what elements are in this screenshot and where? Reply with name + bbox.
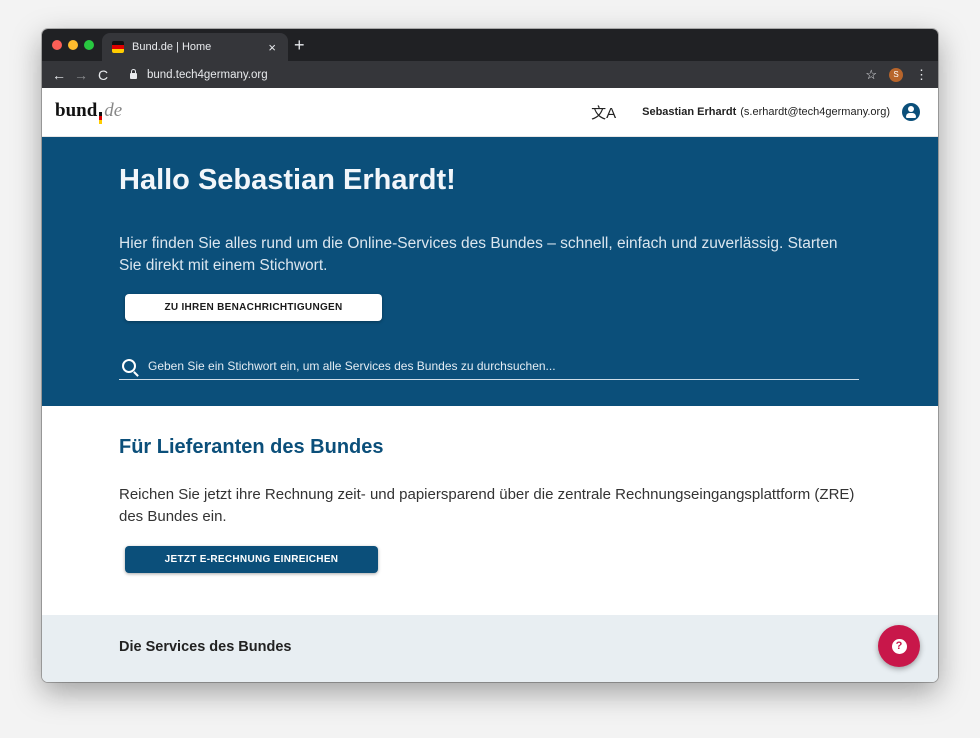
profile-avatar[interactable]: S xyxy=(889,67,903,82)
close-window-button[interactable] xyxy=(52,40,62,50)
search-input[interactable] xyxy=(148,359,859,377)
hero-section: Hallo Sebastian Erhardt! Hier finden Sie… xyxy=(42,137,938,406)
logo-flag-icon xyxy=(99,112,103,124)
lock-icon xyxy=(130,69,137,79)
browser-menu-icon[interactable]: ⋮ xyxy=(915,67,928,83)
suppliers-title: Für Lieferanten des Bundes xyxy=(119,436,384,458)
browser-tab[interactable]: Bund.de | Home × xyxy=(102,33,288,61)
address-bar[interactable]: bund.tech4germany.org xyxy=(130,64,842,85)
tab-strip: Bund.de | Home × + xyxy=(42,29,938,61)
site-header: bund de 文A Sebastian Erhardt (s.erhardt@… xyxy=(42,88,938,137)
help-icon: ? xyxy=(891,638,907,654)
new-tab-button[interactable]: + xyxy=(294,35,305,55)
greeting-title: Hallo Sebastian Erhardt! xyxy=(119,164,456,196)
maximize-window-button[interactable] xyxy=(84,40,94,50)
account-icon[interactable] xyxy=(902,103,920,121)
hero-text: Hier finden Sie alles rund um die Online… xyxy=(119,235,838,274)
translate-icon[interactable]: 文A xyxy=(591,102,616,123)
services-title: Die Services des Bundes xyxy=(119,639,292,655)
logo-text: bund xyxy=(55,100,98,121)
bookmark-star-icon[interactable]: ☆ xyxy=(865,67,877,83)
help-button[interactable]: ? xyxy=(878,625,920,667)
suppliers-text: Reichen Sie jetzt ihre Rechnung zeit- un… xyxy=(119,486,855,525)
reload-icon[interactable]: C xyxy=(92,67,114,83)
forward-icon[interactable]: → xyxy=(70,67,92,83)
site-logo[interactable]: bund de xyxy=(55,100,122,124)
notifications-button[interactable]: ZU IHREN BENACHRICHTIGUNGEN xyxy=(125,294,382,321)
favicon-icon xyxy=(112,41,124,53)
logo-suffix: de xyxy=(104,100,123,121)
search-bar[interactable] xyxy=(119,357,859,380)
services-section: Die Services des Bundes ? xyxy=(42,615,938,682)
back-icon[interactable]: ← xyxy=(48,67,70,83)
search-icon xyxy=(122,359,136,373)
tab-close-icon[interactable]: × xyxy=(268,40,276,55)
page-content: bund de 文A Sebastian Erhardt (s.erhardt@… xyxy=(42,88,938,682)
url-text: bund.tech4germany.org xyxy=(147,68,268,81)
minimize-window-button[interactable] xyxy=(68,40,78,50)
browser-toolbar: ← → C bund.tech4germany.org ☆ S ⋮ xyxy=(42,61,938,88)
suppliers-section: Für Lieferanten des Bundes Reichen Sie j… xyxy=(42,406,938,615)
submit-invoice-button[interactable]: JETZT E-RECHNUNG EINREICHEN xyxy=(125,546,378,573)
user-email: (s.erhardt@tech4germany.org) xyxy=(740,106,890,118)
user-name: Sebastian Erhardt xyxy=(642,106,737,118)
browser-window: Bund.de | Home × + ← → C bund.tech4germa… xyxy=(42,29,938,682)
tab-title: Bund.de | Home xyxy=(132,41,212,53)
